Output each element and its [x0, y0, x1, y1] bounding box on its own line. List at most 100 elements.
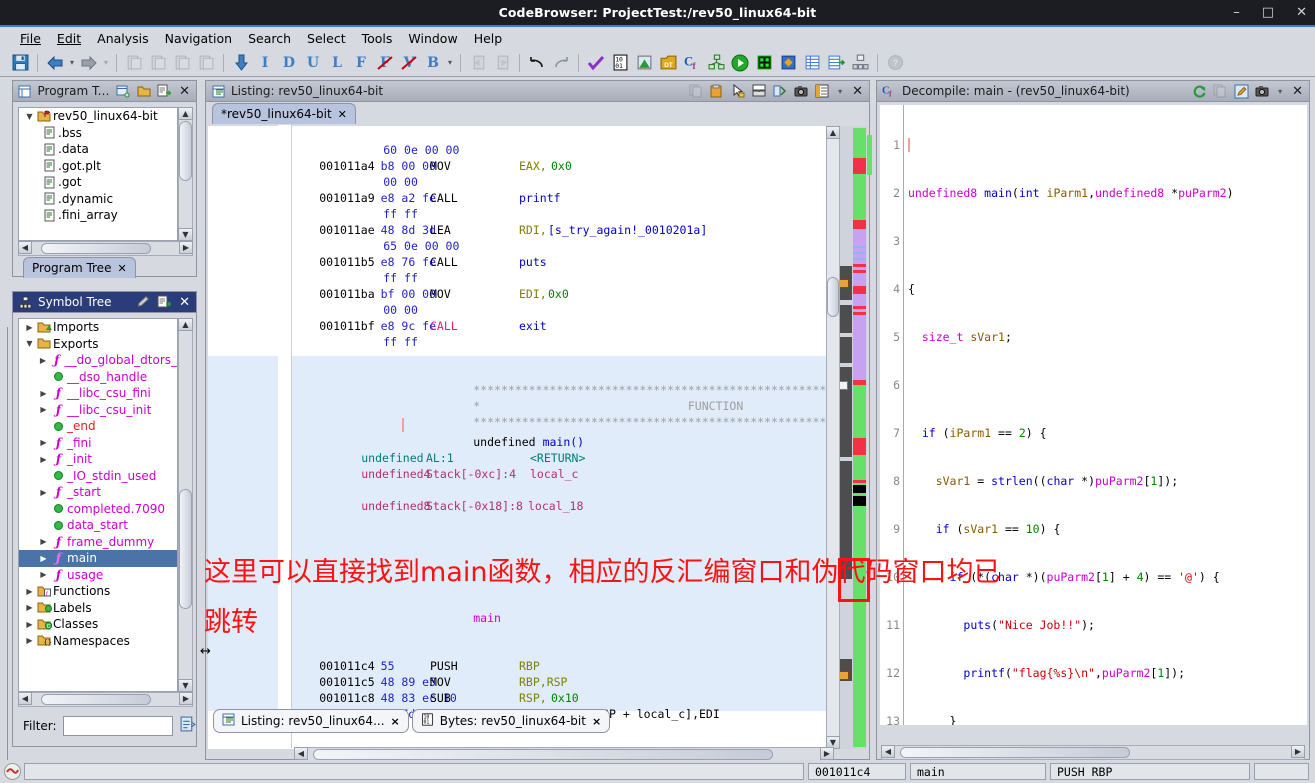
camera-icon[interactable]: [1254, 83, 1270, 99]
scroll-up-arrow-icon[interactable]: ▲: [826, 126, 840, 139]
decompiler-code-area[interactable]: 1 2 3 4 5 6 7 8 9 10 11 12 13 14 15 16 1: [880, 105, 1307, 725]
code-line[interactable]: if (sVar1 == 10) {: [908, 521, 1307, 537]
menu-navigation[interactable]: Navigation: [157, 29, 240, 48]
list-item[interactable]: ▶ ƒ frame_dummy: [19, 534, 177, 551]
paste-page-2-icon[interactable]: [194, 51, 218, 75]
function-signature[interactable]: undefined main(): [404, 418, 584, 449]
select-cursor-icon[interactable]: [730, 83, 746, 99]
bytes-icon[interactable]: 10 01: [608, 51, 632, 75]
tab-close-icon[interactable]: ✕: [338, 108, 347, 121]
function-graph-icon[interactable]: [704, 51, 728, 75]
expand-caret-icon[interactable]: ▶: [23, 636, 36, 645]
script-manager-icon[interactable]: [632, 51, 656, 75]
expand-caret-icon[interactable]: ▼: [23, 339, 36, 348]
list-item[interactable]: _IO_stdin_used: [19, 468, 177, 485]
listing-row[interactable]: 001011c8 48 83 ec 10 SUB RSP, 0x10: [208, 674, 578, 705]
scroll-right-arrow-icon[interactable]: ▶: [179, 241, 193, 254]
scroll-thumb[interactable]: [313, 749, 773, 760]
sidebar-item-usage[interactable]: ▶ ƒ usage: [19, 567, 177, 584]
listing-row[interactable]: 001011c4 55 PUSH RBP: [208, 642, 838, 673]
listing-row[interactable]: ff ff: [208, 190, 418, 221]
code-line[interactable]: if (*(char *)(puParm2[1] + 4) == '@') {: [908, 569, 1307, 585]
open-folder-icon[interactable]: [136, 83, 152, 99]
menu-window[interactable]: Window: [400, 29, 465, 48]
list-item[interactable]: ▶ ƒ __libc_csu_init: [19, 402, 177, 419]
bookmark-b-icon[interactable]: B: [421, 51, 445, 75]
scroll-up-arrow-icon[interactable]: ▲: [178, 107, 193, 120]
expand-caret-icon[interactable]: ▶: [37, 356, 49, 365]
import-icon[interactable]: [466, 51, 490, 75]
expand-caret-icon[interactable]: ▶: [37, 488, 50, 497]
scroll-thumb[interactable]: [179, 489, 192, 609]
sidebar-item-namespaces[interactable]: ▶ {} Namespaces: [19, 633, 177, 650]
forward-arrow-icon[interactable]: [77, 51, 101, 75]
list-item[interactable]: .got: [19, 174, 177, 191]
function-label-row[interactable]: main: [404, 594, 501, 625]
symbol-tree-body[interactable]: ▶ Imports ▼ Exports ▶ ƒ __do_global_dtor…: [18, 318, 178, 692]
scroll-right-arrow-icon[interactable]: ▶: [179, 692, 193, 705]
back-arrow-icon[interactable]: [43, 51, 67, 75]
code-line[interactable]: {: [908, 281, 1307, 297]
tab-program-tree[interactable]: Program Tree ✕: [23, 257, 136, 278]
listing-row[interactable]: 60 0e 00 00: [208, 126, 459, 157]
code-line[interactable]: sVar1 = strlen((char *)puParm2[1]);: [908, 473, 1307, 489]
close-icon[interactable]: ✕: [1290, 84, 1305, 99]
list-item[interactable]: _end: [19, 418, 177, 435]
menu-help[interactable]: Help: [466, 29, 511, 48]
expand-caret-icon[interactable]: ▶: [37, 405, 50, 414]
help-icon[interactable]: ?: [883, 51, 907, 75]
expand-caret-icon[interactable]: ▶: [37, 537, 50, 546]
symbol-tree-hscrollbar[interactable]: ◀ ▶: [18, 692, 193, 707]
edit-icon[interactable]: [1233, 83, 1249, 99]
listing-row[interactable]: 001011ae 48 8d 3d LEA RDI, [s_try_again!_001…: [208, 206, 707, 237]
list-item[interactable]: ▶ ƒ _init: [19, 451, 177, 468]
listing-row[interactable]: 00 00: [208, 158, 418, 189]
scroll-right-arrow-icon[interactable]: ▶: [820, 747, 834, 760]
list-item[interactable]: .data: [19, 141, 177, 158]
checkmark-icon[interactable]: [584, 51, 608, 75]
paste-icon[interactable]: [709, 83, 725, 99]
menu-caret-icon[interactable]: ▾: [1275, 87, 1285, 96]
save-icon[interactable]: [8, 51, 32, 75]
list-item[interactable]: ▶ ƒ __do_global_dtors_: [19, 352, 177, 369]
expand-caret-icon[interactable]: ▶: [23, 323, 36, 332]
decompiler-hscrollbar[interactable]: ◀ ▶: [881, 745, 1305, 760]
symbol-tree-vscrollbar[interactable]: ▲ ▼: [178, 318, 193, 692]
tab-close-icon[interactable]: ✕: [117, 262, 126, 275]
scroll-thumb[interactable]: [900, 747, 1130, 758]
redo-icon[interactable]: [549, 51, 573, 75]
filter-options-icon[interactable]: [179, 716, 196, 736]
copy-icon[interactable]: [1212, 83, 1228, 99]
program-tree-body[interactable]: ▼ rev50_linux64-bit .bss .data .got.plt …: [18, 107, 178, 241]
tab-close-icon[interactable]: ×: [391, 715, 400, 728]
list-item[interactable]: ▶ ƒ __libc_csu_fini: [19, 385, 177, 402]
run-icon[interactable]: [728, 51, 752, 75]
scroll-right-arrow-icon[interactable]: ▶: [1291, 745, 1305, 758]
expand-caret-icon[interactable]: ▶: [37, 438, 50, 447]
expand-caret-icon[interactable]: ▶: [37, 455, 50, 464]
scroll-left-arrow-icon[interactable]: ◀: [881, 745, 895, 758]
scroll-thumb[interactable]: [41, 694, 151, 705]
close-icon[interactable]: ✕: [177, 295, 192, 310]
listing-row[interactable]: ff ff: [208, 318, 418, 349]
snapshot-icon[interactable]: [772, 83, 788, 99]
data-type-manager-icon[interactable]: DT: [656, 51, 680, 75]
list-item[interactable]: ▶ ƒ _fini: [19, 435, 177, 452]
listing-row[interactable]: 001011ba bf 00 00 MOV EDI, 0x0: [208, 270, 569, 301]
listing-row[interactable]: ff ff: [208, 254, 418, 285]
menu-search[interactable]: Search: [240, 29, 299, 48]
expand-caret-icon[interactable]: ▶: [37, 554, 50, 563]
listing-row[interactable]: 001011a9 e8 a2 fe CALL printf: [208, 174, 560, 205]
scroll-thumb[interactable]: [179, 121, 192, 181]
paste-page-icon[interactable]: [146, 51, 170, 75]
maximize-icon[interactable]: □: [1262, 6, 1274, 19]
table-icon[interactable]: [800, 51, 824, 75]
code-line[interactable]: printf("flag{%s}\n",puParm2[1]);: [908, 665, 1307, 681]
new-tree-icon[interactable]: [156, 294, 172, 310]
list-item[interactable]: .fini_array: [19, 207, 177, 224]
tab-listing[interactable]: Listing: rev50_linux64... ×: [213, 709, 409, 733]
list-item[interactable]: .bss: [19, 125, 177, 142]
scroll-thumb[interactable]: [41, 243, 151, 254]
new-tree-icon[interactable]: [157, 83, 173, 99]
scroll-left-arrow-icon[interactable]: ◀: [18, 241, 32, 254]
